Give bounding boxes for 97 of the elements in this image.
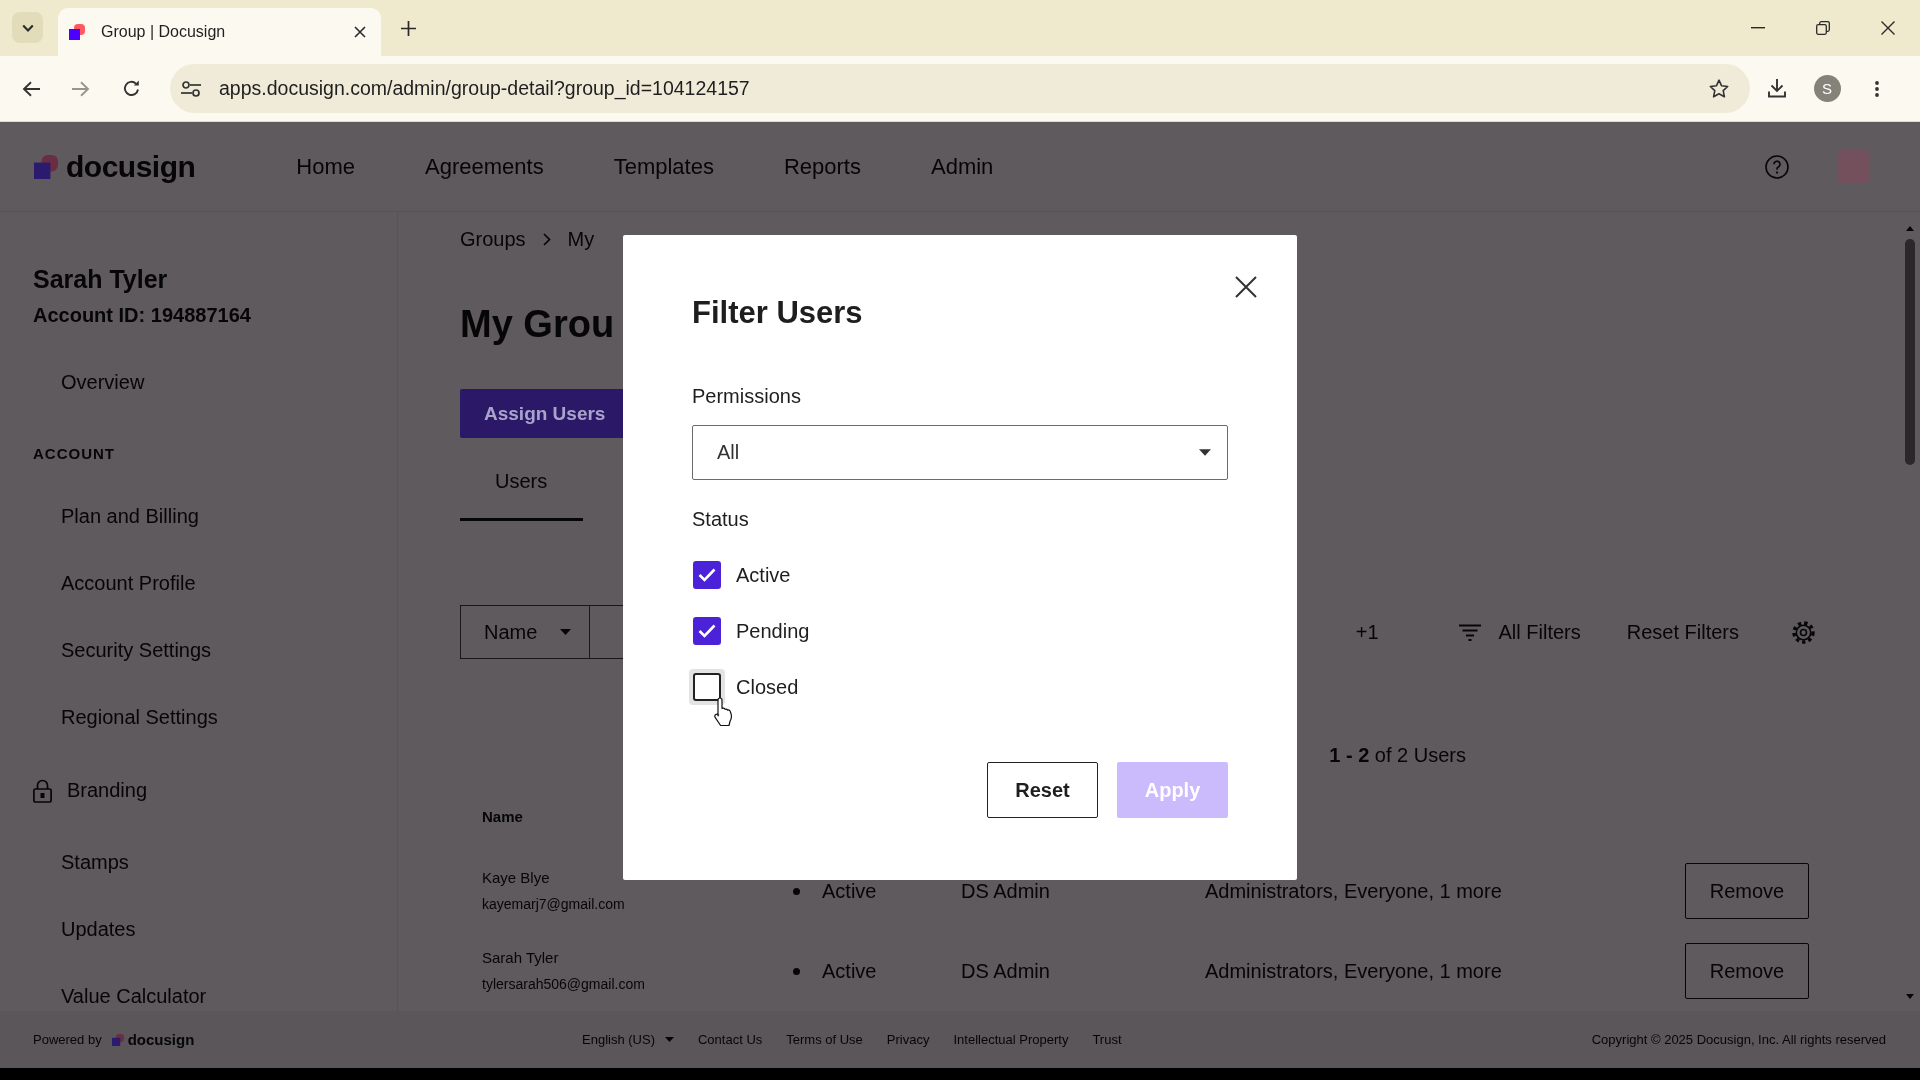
- nav-link[interactable]: Agreements: [425, 153, 544, 180]
- logo-icon: [34, 154, 58, 179]
- scrollbar-thumb[interactable]: [1905, 239, 1915, 465]
- status-dot-icon: [793, 887, 800, 895]
- sidebar-item[interactable]: Overview: [33, 349, 145, 416]
- status-text: Active: [822, 879, 877, 903]
- sidebar-item[interactable]: Security Settings: [33, 617, 212, 684]
- download-icon[interactable]: [1768, 79, 1786, 98]
- checkbox[interactable]: [693, 561, 721, 589]
- user-email: tylersarah506@gmail.com: [482, 975, 645, 994]
- lock-icon: [33, 778, 52, 803]
- footer-link[interactable]: Terms of Use: [786, 1032, 863, 1047]
- close-icon[interactable]: [354, 26, 366, 38]
- sidebar-item[interactable]: Branding: [33, 757, 148, 824]
- user-email: kayemarj7@gmail.com: [482, 895, 625, 914]
- check-icon: [698, 624, 716, 638]
- user-name: Sarah Tyler: [33, 264, 169, 294]
- plus-icon[interactable]: [401, 21, 416, 36]
- status-text: Active: [822, 959, 877, 983]
- page-title: My Grou: [460, 302, 615, 347]
- reset-filters-button[interactable]: Reset Filters: [1626, 620, 1739, 644]
- help-icon[interactable]: [1765, 154, 1789, 179]
- settings-icon[interactable]: [1791, 619, 1816, 645]
- footer-link[interactable]: Trust: [1092, 1032, 1122, 1047]
- forward-icon: [72, 80, 90, 97]
- remove-button[interactable]: Remove: [1685, 943, 1809, 999]
- dialog-title: Filter Users: [692, 294, 863, 332]
- restore-icon[interactable]: [1815, 21, 1830, 35]
- account-id: Account ID: 194887164: [33, 303, 252, 328]
- user-groups: Administrators, Everyone, 1 more: [1205, 959, 1502, 983]
- star-icon[interactable]: [1709, 79, 1729, 98]
- permission-profile: DS Admin: [961, 879, 1050, 903]
- sidebar-item[interactable]: Value Calculator: [33, 963, 207, 1011]
- profile-button[interactable]: S: [1813, 75, 1841, 102]
- checkbox-label[interactable]: Pending: [736, 619, 810, 643]
- check-icon: [698, 568, 716, 582]
- caret-icon: [664, 1037, 674, 1042]
- tab[interactable]: Users: [460, 444, 583, 522]
- all-filters-button[interactable]: All Filters: [1458, 620, 1581, 644]
- reload-icon[interactable]: [122, 80, 140, 97]
- nav-link[interactable]: Reports: [783, 153, 861, 180]
- chevron-right-icon: [542, 233, 551, 246]
- footer-link[interactable]: Intellectual Property: [953, 1032, 1069, 1047]
- copyright-text: Copyright © 2025 Docusign, Inc. All rights reserved: [1591, 1032, 1886, 1047]
- scroll-down-icon[interactable]: [1906, 994, 1914, 999]
- minimize-icon[interactable]: [1750, 27, 1765, 29]
- powered-by-text: Powered by: [33, 1032, 102, 1047]
- user-name: Kaye Blye: [482, 868, 550, 888]
- user-groups: Administrators, Everyone, 1 more: [1205, 879, 1502, 903]
- sidebar-item[interactable]: Regional Settings: [33, 684, 218, 751]
- permission-profile: DS Admin: [961, 959, 1050, 983]
- more-icon[interactable]: [1875, 80, 1879, 97]
- nav-link[interactable]: Admin: [931, 153, 994, 180]
- permissions-select[interactable]: All: [692, 425, 1228, 480]
- checkbox-label[interactable]: Closed: [736, 675, 799, 699]
- logo-icon: [111, 1033, 124, 1046]
- sidebar-item[interactable]: Updates: [33, 896, 136, 963]
- reset-button[interactable]: Reset: [987, 762, 1098, 818]
- logo-text: docusign: [127, 1031, 195, 1048]
- field-label: Permissions: [692, 384, 801, 408]
- sidebar-item[interactable]: Stamps: [33, 829, 129, 896]
- language-selector[interactable]: English (US): [582, 1032, 674, 1047]
- back-icon[interactable]: [22, 80, 40, 97]
- remove-button[interactable]: Remove: [1685, 863, 1809, 919]
- browser-tab[interactable]: Group | Docusign: [58, 8, 381, 56]
- chevron-down-icon: [21, 23, 34, 32]
- assign-users-button[interactable]: Assign Users: [460, 389, 623, 439]
- caret-icon: [1199, 449, 1211, 456]
- tune-icon[interactable]: [181, 80, 201, 97]
- field-label: Status: [692, 507, 749, 531]
- breadcrumb-link[interactable]: Groups: [460, 228, 526, 251]
- breadcrumb-link[interactable]: My: [567, 228, 595, 251]
- caret-icon: [560, 629, 571, 636]
- search-by-dropdown[interactable]: Name: [460, 605, 590, 660]
- footer-link[interactable]: Privacy: [886, 1032, 930, 1047]
- nav-link[interactable]: Home: [296, 153, 356, 180]
- status-dot-icon: [793, 967, 800, 975]
- close-icon[interactable]: [1880, 21, 1895, 35]
- user-name: Sarah Tyler: [482, 948, 559, 968]
- close-icon[interactable]: [1235, 276, 1257, 298]
- scroll-up-icon[interactable]: [1906, 226, 1914, 231]
- checkbox[interactable]: [693, 617, 721, 645]
- more-filters-link[interactable]: +1: [1355, 620, 1379, 644]
- tab-search-button[interactable]: [12, 12, 43, 43]
- checkbox[interactable]: [689, 669, 725, 705]
- column-header: Name: [482, 807, 523, 825]
- sidebar-item[interactable]: Plan and Billing: [33, 483, 199, 550]
- filter-icon: [1458, 623, 1481, 641]
- checkbox-label[interactable]: Active: [736, 563, 791, 587]
- section-heading: ACCOUNT: [33, 444, 115, 464]
- footer-link[interactable]: Contact Us: [697, 1032, 763, 1047]
- results-count: 1 - 2 of 2 Users: [1329, 744, 1466, 768]
- logo-icon: [69, 24, 85, 40]
- logo-text[interactable]: docusign: [66, 149, 196, 184]
- sidebar-item[interactable]: Account Profile: [33, 550, 196, 617]
- nav-link[interactable]: Templates: [613, 153, 714, 180]
- address-bar[interactable]: apps.docusign.com/admin/group-detail?group_id=104124157: [170, 64, 1750, 113]
